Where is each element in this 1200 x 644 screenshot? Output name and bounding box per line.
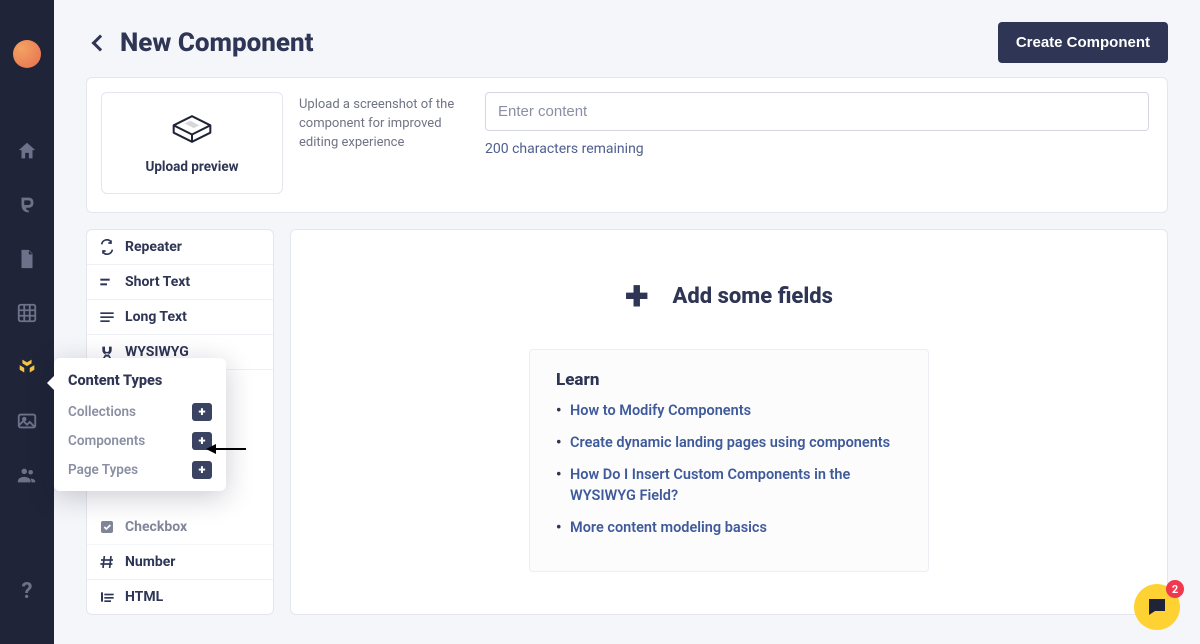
field-label: HTML bbox=[125, 589, 163, 605]
back-chevron-icon[interactable] bbox=[92, 34, 109, 51]
popover-collections[interactable]: Collections bbox=[68, 404, 136, 420]
field-repeater[interactable]: Repeater bbox=[87, 230, 273, 265]
learn-link[interactable]: Create dynamic landing pages using compo… bbox=[556, 432, 904, 454]
field-html[interactable]: HTML bbox=[87, 580, 273, 614]
learn-link[interactable]: How to Modify Components bbox=[556, 400, 904, 422]
repeater-icon bbox=[99, 239, 115, 255]
short-text-icon bbox=[99, 274, 115, 290]
main-sidebar: ? bbox=[0, 0, 54, 644]
annotation-arrow-icon bbox=[206, 442, 246, 456]
field-long-text[interactable]: Long Text bbox=[87, 300, 273, 335]
users-icon[interactable] bbox=[16, 464, 38, 486]
blog-icon[interactable] bbox=[16, 194, 38, 216]
field-label: Repeater bbox=[125, 239, 182, 255]
page-title: New Component bbox=[120, 28, 314, 58]
field-label: Long Text bbox=[125, 309, 187, 325]
number-icon bbox=[99, 554, 115, 570]
content-types-icon[interactable] bbox=[16, 356, 38, 378]
learn-title: Learn bbox=[556, 370, 904, 390]
learn-link[interactable]: More content modeling basics bbox=[556, 517, 904, 539]
field-short-text[interactable]: Short Text bbox=[87, 265, 273, 300]
add-collection-button[interactable]: + bbox=[192, 403, 212, 421]
create-component-button[interactable]: Create Component bbox=[998, 22, 1168, 63]
checkbox-icon bbox=[99, 519, 115, 535]
add-page-type-button[interactable]: + bbox=[192, 461, 212, 479]
main-area: ✚ Add some fields Learn How to Modify Co… bbox=[290, 229, 1168, 615]
long-text-icon bbox=[99, 309, 115, 325]
add-fields-prompt: ✚ Add some fields bbox=[625, 280, 833, 313]
content-types-popover: Content Types Collections + Components +… bbox=[54, 358, 226, 491]
upload-card: Upload preview Upload a screenshot of th… bbox=[86, 77, 1168, 213]
field-checkbox[interactable]: Checkbox bbox=[87, 510, 273, 545]
chat-launcher-button[interactable]: 2 bbox=[1134, 584, 1180, 630]
content-input[interactable] bbox=[485, 92, 1149, 131]
plus-icon: ✚ bbox=[625, 280, 648, 313]
popover-title: Content Types bbox=[68, 372, 212, 389]
help-icon[interactable]: ? bbox=[22, 579, 33, 604]
field-label: Number bbox=[125, 554, 175, 570]
chat-badge: 2 bbox=[1166, 580, 1184, 598]
field-label: Short Text bbox=[125, 274, 190, 290]
upload-description: Upload a screenshot of the component for… bbox=[299, 92, 469, 194]
learn-link[interactable]: How Do I Insert Custom Components in the… bbox=[556, 464, 904, 508]
html-icon bbox=[99, 589, 115, 605]
upload-preview-label: Upload preview bbox=[145, 159, 238, 175]
upload-preview-button[interactable]: Upload preview bbox=[101, 92, 283, 194]
avatar[interactable] bbox=[13, 40, 41, 68]
add-fields-text: Add some fields bbox=[673, 284, 833, 309]
home-icon[interactable] bbox=[16, 140, 38, 162]
grid-icon[interactable] bbox=[16, 302, 38, 324]
media-icon[interactable] bbox=[16, 410, 38, 432]
popover-page-types[interactable]: Page Types bbox=[68, 462, 138, 478]
popover-components[interactable]: Components bbox=[68, 433, 145, 449]
field-number[interactable]: Number bbox=[87, 545, 273, 580]
learn-box: Learn How to Modify Components Create dy… bbox=[529, 349, 929, 572]
page-header: New Component Create Component bbox=[80, 0, 1174, 75]
field-label: Checkbox bbox=[125, 519, 187, 535]
char-count: 200 characters remaining bbox=[485, 141, 1149, 157]
pages-icon[interactable] bbox=[16, 248, 38, 270]
